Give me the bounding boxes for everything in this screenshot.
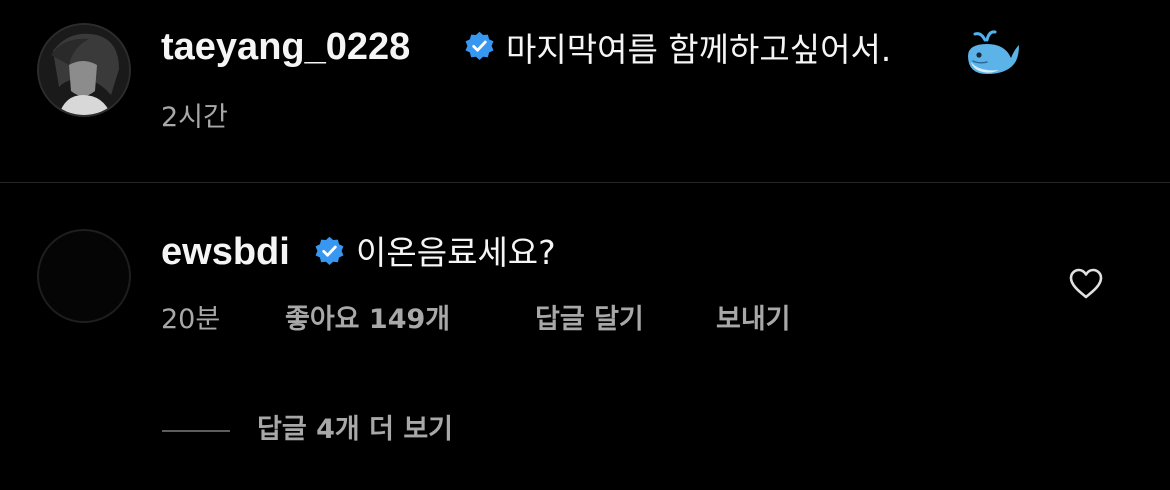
replies-connector-line: [162, 430, 230, 432]
verified-badge-icon: [464, 31, 495, 62]
comment-username[interactable]: ewsbdi: [161, 233, 290, 271]
comment-author-avatar[interactable]: [37, 229, 131, 323]
post-author-avatar[interactable]: [37, 23, 131, 117]
post-username[interactable]: taeyang_0228: [161, 28, 410, 66]
avatar-photo-icon: [39, 25, 129, 115]
comment-like-count[interactable]: 좋아요 149개: [285, 306, 450, 333]
view-more-replies-button[interactable]: 답글 4개 더 보기: [257, 416, 453, 443]
post-time: 2시간: [161, 102, 228, 133]
like-comment-heart-icon[interactable]: [1068, 267, 1104, 300]
send-button[interactable]: 보내기: [716, 306, 791, 333]
comment-time: 20분: [161, 304, 221, 335]
post-caption: 마지막여름 함께하고싶어서.: [506, 30, 892, 69]
post-comment-divider: [0, 182, 1170, 183]
verified-badge-icon: [314, 236, 345, 267]
comment-text: 이온음료세요?: [356, 233, 556, 272]
reply-button[interactable]: 답글 달기: [535, 306, 644, 333]
spouting-whale-icon: [965, 28, 1021, 76]
